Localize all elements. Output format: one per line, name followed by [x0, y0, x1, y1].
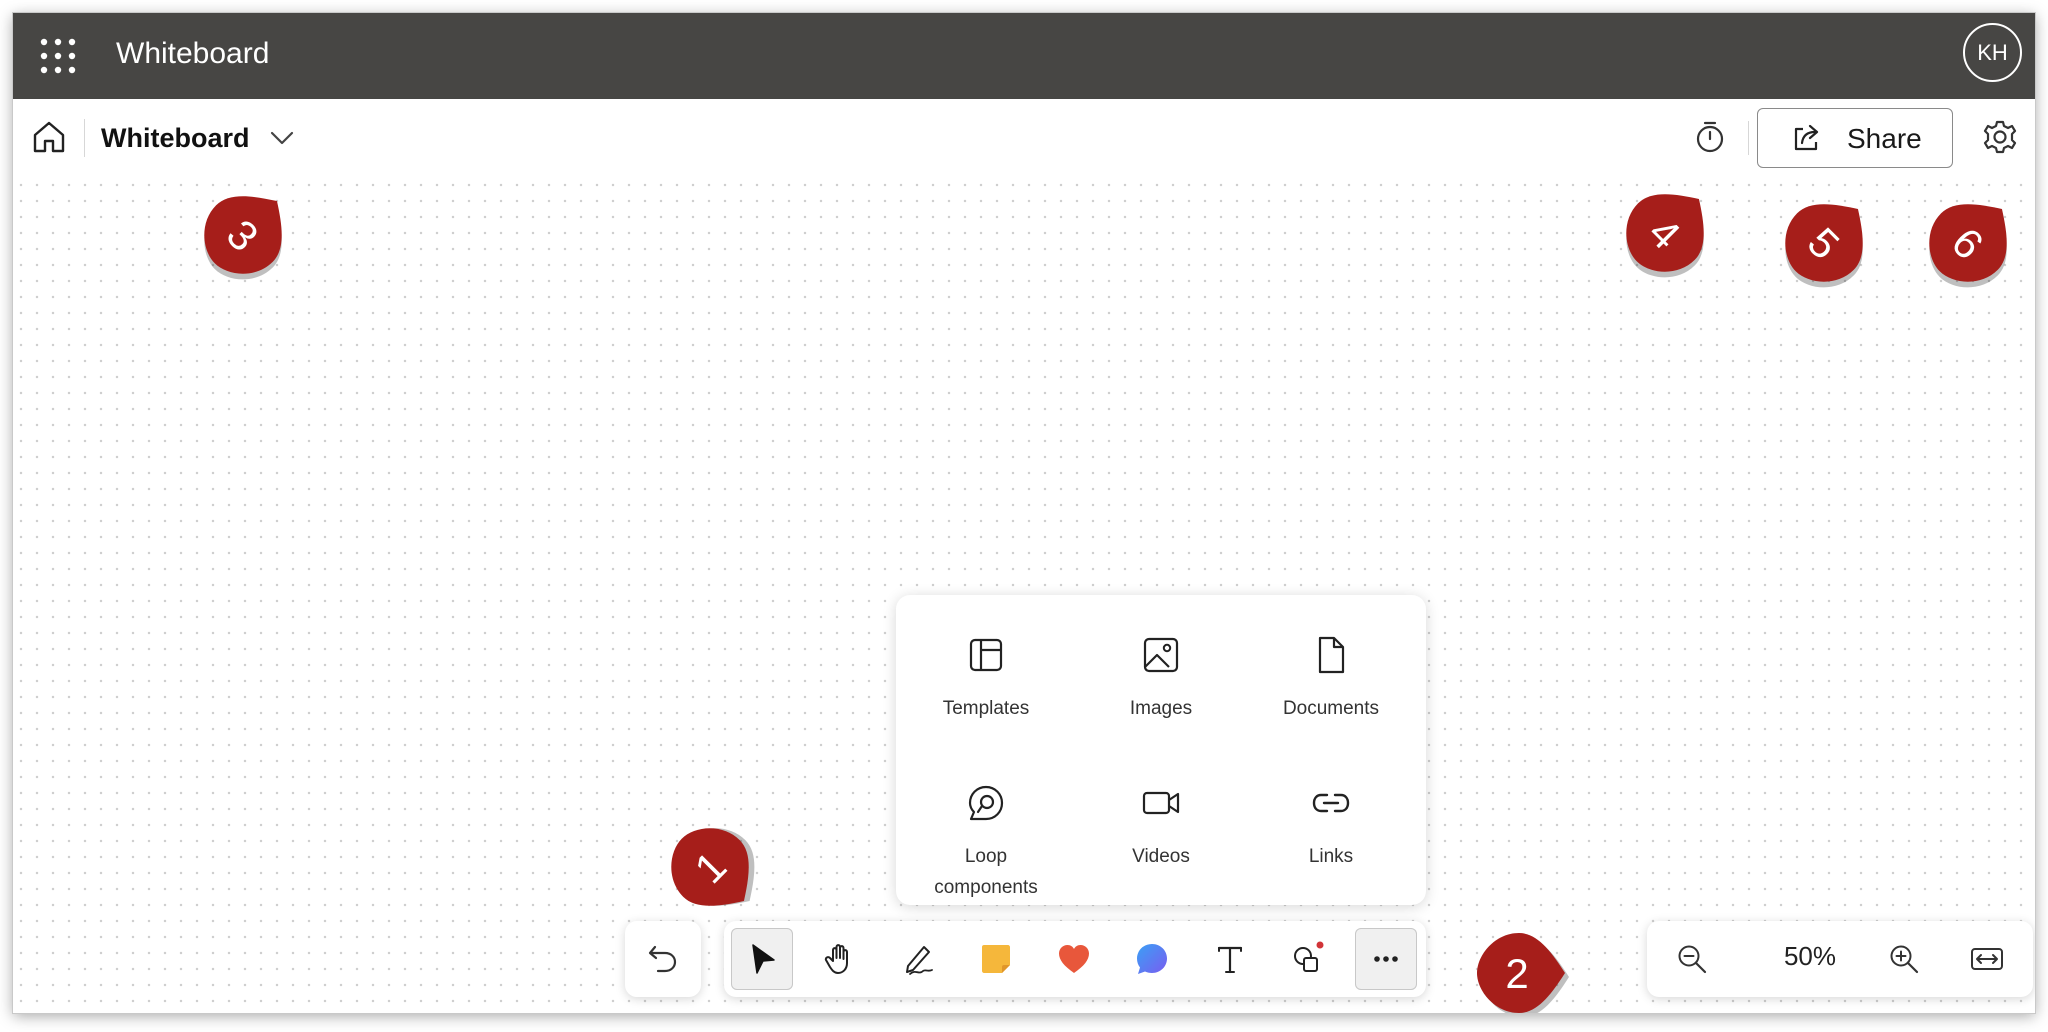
- menu-item-label: Loop components: [934, 846, 1038, 898]
- share-button[interactable]: Share: [1757, 108, 1953, 168]
- comment-tool[interactable]: [1121, 928, 1183, 990]
- insert-images[interactable]: Images: [1076, 605, 1246, 745]
- undo-button[interactable]: [632, 928, 694, 990]
- divider: [1748, 121, 1749, 155]
- command-bar: Whiteboard Share: [13, 99, 2035, 178]
- insert-documents[interactable]: Documents: [1246, 605, 1416, 745]
- insert-loop-components[interactable]: Loop components: [901, 753, 1071, 898]
- title-bar: Whiteboard KH: [13, 13, 2035, 99]
- app-title: Whiteboard: [116, 37, 270, 70]
- insert-templates[interactable]: Templates: [901, 605, 1071, 745]
- share-label: Share: [1847, 123, 1922, 154]
- gear-icon[interactable]: [1980, 117, 2020, 157]
- app-launcher-icon[interactable]: [37, 35, 79, 77]
- user-avatar[interactable]: KH: [1963, 23, 2022, 82]
- loop-icon: [968, 785, 1004, 821]
- callout-marker-4: 4: [1626, 194, 1704, 278]
- fit-to-screen-button[interactable]: [1956, 928, 2018, 990]
- notification-dot: [1316, 941, 1324, 949]
- menu-item-label: Templates: [942, 698, 1030, 719]
- share-icon: [1794, 124, 1819, 151]
- sticky-note-icon: [982, 945, 1010, 973]
- menu-item-label: Links: [1308, 846, 1354, 867]
- select-icon: [752, 944, 775, 974]
- callout-marker-2: 2: [1477, 933, 1569, 1013]
- zoom-out-icon: [1678, 945, 1707, 974]
- insert-links[interactable]: Links: [1246, 753, 1416, 893]
- insert-menu: Templates Images Documents Loop componen…: [896, 595, 1426, 905]
- shapes-tool[interactable]: [1277, 928, 1339, 990]
- callout-marker-5: 5: [1785, 204, 1863, 288]
- more-button[interactable]: [1355, 928, 1417, 990]
- zoom-out-button[interactable]: [1661, 928, 1723, 990]
- undo-icon: [648, 945, 677, 973]
- main-toolbar: [724, 921, 1426, 997]
- zoom-in-button[interactable]: [1873, 928, 1935, 990]
- text-tool[interactable]: [1199, 928, 1261, 990]
- sticky-note-tool[interactable]: [965, 928, 1027, 990]
- insert-videos[interactable]: Videos: [1076, 753, 1246, 893]
- menu-item-label: Videos: [1132, 846, 1190, 867]
- undo-toolbar: [625, 921, 701, 997]
- document-icon: [1318, 636, 1345, 674]
- board-name[interactable]: Whiteboard: [101, 123, 250, 154]
- home-icon[interactable]: [29, 117, 69, 157]
- callout-marker-3: 3: [204, 196, 282, 280]
- timer-icon[interactable]: [1690, 117, 1730, 157]
- pen-tool[interactable]: [887, 928, 949, 990]
- link-icon: [1312, 793, 1350, 813]
- select-tool[interactable]: [731, 928, 793, 990]
- video-icon: [1142, 791, 1180, 815]
- callout-marker-6: 6: [1929, 204, 2007, 288]
- pen-icon: [906, 946, 933, 975]
- shapes-icon: [1294, 941, 1324, 972]
- menu-item-label: Documents: [1282, 698, 1380, 719]
- templates-icon: [969, 638, 1003, 672]
- callout-number: 2: [1505, 950, 1528, 997]
- fit-to-screen-icon: [1971, 948, 2003, 970]
- divider: [84, 119, 85, 157]
- app-window: Whiteboard KH Whiteboard Share Templates…: [13, 13, 2035, 1013]
- chevron-down-icon[interactable]: [267, 125, 297, 151]
- image-icon: [1143, 637, 1179, 673]
- more-icon: [1374, 956, 1398, 962]
- zoom-in-icon: [1890, 945, 1919, 974]
- zoom-level[interactable]: 50%: [1755, 941, 1865, 972]
- comment-bubble-icon: [1137, 944, 1167, 974]
- text-icon: [1217, 946, 1243, 974]
- menu-item-label: Images: [1129, 698, 1193, 719]
- hand-icon: [824, 944, 848, 974]
- pan-tool[interactable]: [809, 928, 871, 990]
- reactions-tool[interactable]: [1043, 928, 1105, 990]
- reactions-heart-icon: [1059, 945, 1089, 973]
- callout-marker-1: 1: [671, 828, 755, 906]
- zoom-toolbar: 50%: [1647, 921, 2033, 997]
